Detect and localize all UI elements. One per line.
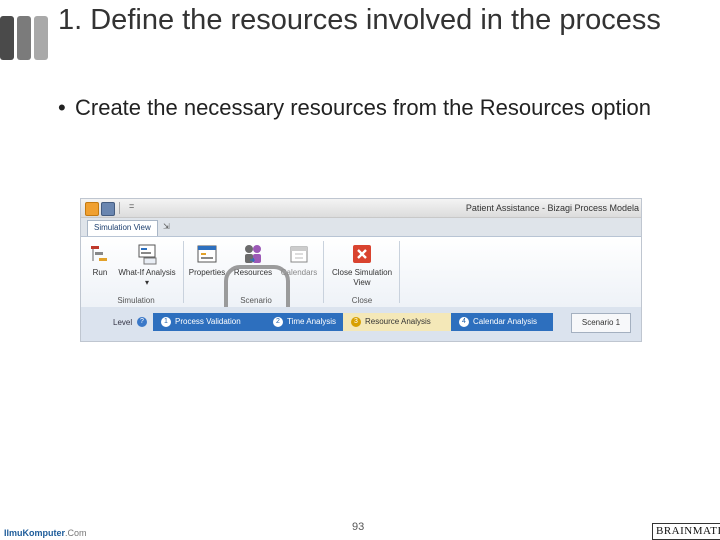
what-if-analysis-button[interactable]: What-If Analysis ▾ xyxy=(115,243,179,288)
close-simulation-view-label: Close Simulation View xyxy=(331,268,393,287)
resources-icon xyxy=(242,243,264,265)
ribbon: Run What-If Analysis ▾ Simulation Proper… xyxy=(81,236,641,341)
app-logo-icon[interactable] xyxy=(85,202,99,216)
tab-simulation-view[interactable]: Simulation View xyxy=(87,220,158,237)
close-icon xyxy=(351,243,373,265)
step-label: Process Validation xyxy=(175,317,241,326)
accent-bar-dark xyxy=(0,16,14,60)
step-calendar-analysis[interactable]: 4 Calendar Analysis xyxy=(451,313,553,331)
properties-button[interactable]: Properties xyxy=(187,243,227,278)
step-time-analysis[interactable]: 2 Time Analysis xyxy=(265,313,343,331)
step-number: 1 xyxy=(161,317,171,327)
window-title: Patient Assistance - Bizagi Process Mode… xyxy=(465,203,639,213)
run-icon xyxy=(89,243,111,265)
step-number: 2 xyxy=(273,317,283,327)
slide-title: 1. Define the resources involved in the … xyxy=(58,4,661,36)
group-separator xyxy=(323,241,324,303)
step-label: Calendar Analysis xyxy=(473,317,538,326)
page-number: 93 xyxy=(352,521,365,533)
what-if-icon xyxy=(136,243,158,265)
footer-brand-name: IlmuKomputer xyxy=(4,528,66,538)
step-number: 4 xyxy=(459,317,469,327)
run-label: Run xyxy=(92,268,108,277)
level-label: Level xyxy=(113,318,133,327)
group-label-close: Close xyxy=(351,296,373,305)
app-titlebar: = Patient Assistance - Bizagi Process Mo… xyxy=(81,199,641,218)
group-separator xyxy=(399,241,400,303)
properties-icon xyxy=(196,243,218,265)
step-label: Resource Analysis xyxy=(365,317,431,326)
what-if-label: What-If Analysis xyxy=(118,268,176,277)
bullet-marker: • xyxy=(58,95,66,120)
level-help-icon[interactable]: ? xyxy=(137,317,147,327)
group-separator xyxy=(183,241,184,303)
what-if-dropdown-arrow[interactable]: ▾ xyxy=(115,278,179,288)
step-resource-analysis[interactable]: 3 Resource Analysis xyxy=(343,313,451,331)
step-process-validation[interactable]: 1 Process Validation xyxy=(153,313,265,331)
analysis-level-bar: Level ? 1 Process Validation 2 Time Anal… xyxy=(81,307,641,341)
properties-label: Properties xyxy=(188,268,226,277)
bullet-text: Create the necessary resources from the … xyxy=(75,95,651,120)
bullet-point: • Create the necessary resources from th… xyxy=(58,92,698,123)
ribbon-tab-bar: Simulation View ⇲ xyxy=(81,218,641,237)
app-screenshot: = Patient Assistance - Bizagi Process Mo… xyxy=(80,198,642,342)
brainmatics-logo: BRAINMATICS xyxy=(652,523,720,540)
quick-access-separator xyxy=(119,202,120,214)
run-button[interactable]: Run xyxy=(85,243,115,278)
accent-bar-light xyxy=(34,16,48,60)
accent-bar-mid xyxy=(17,16,31,60)
group-label-simulation: Simulation xyxy=(117,296,155,305)
calendars-icon xyxy=(288,243,310,265)
footer-brand-suffix: .Com xyxy=(65,528,87,538)
close-simulation-view-button[interactable]: Close Simulation View xyxy=(329,243,395,288)
scenario-selector[interactable]: Scenario 1 xyxy=(571,313,631,333)
quick-access-more-icon[interactable]: = xyxy=(129,201,134,211)
step-number: 3 xyxy=(351,317,361,327)
save-icon[interactable] xyxy=(101,202,115,216)
step-label: Time Analysis xyxy=(287,317,337,326)
footer-brand: IlmuKomputer.Com xyxy=(4,528,87,538)
tab-options-icon[interactable]: ⇲ xyxy=(163,222,170,231)
